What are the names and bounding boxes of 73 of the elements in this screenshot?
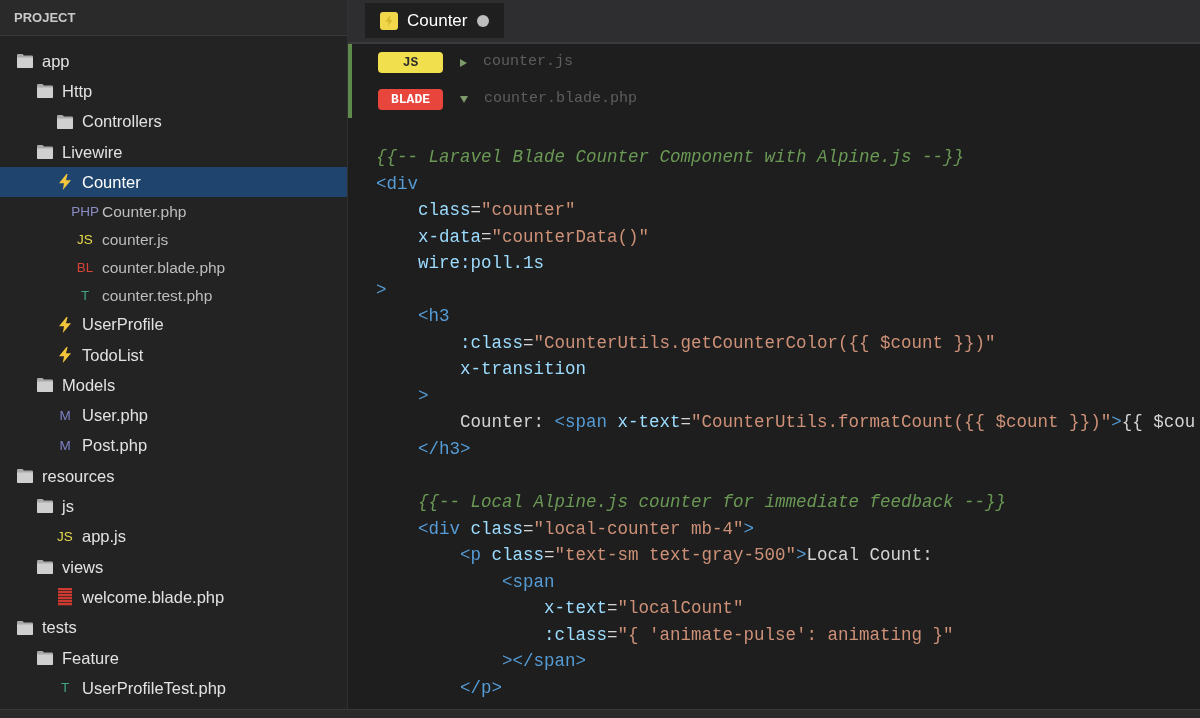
tree-item[interactable]: Feature	[0, 642, 347, 674]
lightning-icon	[59, 174, 71, 191]
tree-item[interactable]: M Post.php	[0, 430, 347, 461]
file-type-label: M	[59, 408, 71, 423]
folder-icon	[17, 620, 33, 635]
code-line: </h3>	[418, 439, 471, 459]
tree-item[interactable]: Livewire	[0, 136, 347, 168]
file-name: counter.blade.php	[484, 89, 638, 110]
folder-icon	[37, 560, 53, 574]
file-type-label: JS	[57, 529, 73, 544]
code-line: <div	[376, 173, 418, 194]
file-type-label: JS	[77, 232, 93, 247]
code-line: {{-- Laravel Blade Counter Component with Alpine.js --}}	[376, 147, 965, 167]
lightning-icon	[380, 11, 398, 30]
language-tag: BLADE	[378, 89, 443, 110]
folder-icon	[17, 54, 33, 69]
tree-item[interactable]: PHP Counter.php	[0, 197, 347, 226]
tree-item[interactable]: Http	[0, 76, 347, 107]
code-line: class="counter"	[418, 200, 576, 221]
code-line: x-data="counterData()"	[418, 226, 650, 247]
tree-item[interactable]: UserProfile	[0, 309, 347, 340]
tree-item[interactable]: JS counter.js	[0, 225, 347, 254]
tree-item[interactable]: TodoList	[0, 339, 347, 371]
code-line: <div class="local-counter mb-4">	[418, 518, 755, 539]
file-type-label: PHP	[71, 204, 99, 219]
tree-item[interactable]: tests	[0, 612, 347, 643]
code-line: Counter: <span x-text="CounterUtils.formatCount({{ $count }})">{{ $cou	[460, 412, 1196, 433]
tab[interactable]: Counter	[365, 3, 505, 38]
code-line: x-transition	[460, 359, 587, 380]
code-line: >	[418, 385, 429, 406]
folder-icon	[17, 469, 33, 484]
tree-item[interactable]: BL counter.blade.php	[0, 253, 347, 282]
code-line: <p class="text-sm text-gray-500">Local Count:	[460, 545, 933, 566]
tree-item[interactable]: app	[0, 46, 347, 77]
file-type-label: M	[59, 439, 71, 453]
caret-right-icon[interactable]	[460, 58, 467, 67]
folder-icon	[37, 378, 53, 393]
folder-icon	[57, 114, 73, 129]
code-line: <span	[502, 571, 555, 592]
code-line: </p>	[460, 677, 502, 698]
lightning-icon	[59, 346, 71, 363]
tree-item[interactable]: Models	[0, 370, 347, 401]
tree-item[interactable]: Counter	[0, 167, 347, 198]
panel-title: PROJECT	[14, 8, 76, 27]
code-line: :class="{ 'animate-pulse': animating }"	[544, 624, 954, 645]
tree-item[interactable]: Controllers	[0, 106, 347, 137]
code-line: >	[376, 279, 387, 300]
tree-item[interactable]: T UserProfileTest.php	[0, 673, 347, 704]
tree-item[interactable]: M User.php	[0, 400, 347, 431]
file-name: counter.js	[483, 52, 573, 73]
language-tag: JS	[378, 52, 443, 73]
caret-down-icon[interactable]	[460, 96, 468, 103]
file-type-label: T	[80, 288, 90, 303]
tree-item[interactable]: resources	[0, 460, 347, 492]
folder-icon	[37, 650, 53, 665]
code-line: {{-- Local Alpine.js counter for immediate feedback --}}	[418, 492, 1007, 513]
code-line: :class="CounterUtils.getCounterColor({{ $count }})"	[460, 332, 996, 353]
file-type-label: T	[60, 681, 70, 695]
code-line: ></span>	[502, 651, 587, 672]
folder-icon	[37, 84, 53, 99]
tree-item[interactable]: welcome.blade.php	[0, 582, 347, 613]
tree-item[interactable]: js	[0, 491, 347, 522]
code-line: <h3	[418, 306, 450, 327]
code-line: wire:poll.1s	[418, 253, 545, 274]
tree-item[interactable]: JS app.js	[0, 521, 347, 552]
code-line: x-text="localCount"	[544, 598, 744, 619]
tree-item[interactable]: T counter.test.php	[0, 281, 347, 310]
file-stripes-icon	[58, 588, 72, 607]
folder-icon	[37, 499, 53, 514]
folder-icon	[37, 145, 53, 160]
lightning-icon	[59, 316, 71, 333]
tree-item[interactable]: views	[0, 551, 347, 583]
file-type-label: BL	[76, 260, 94, 275]
